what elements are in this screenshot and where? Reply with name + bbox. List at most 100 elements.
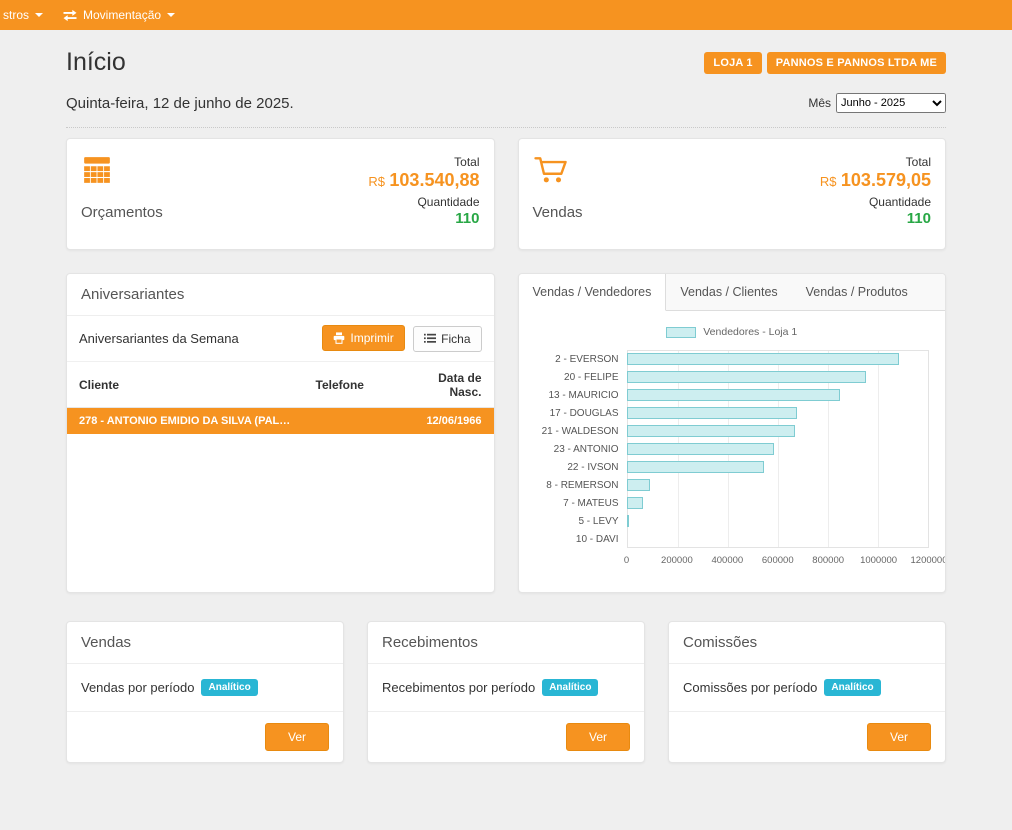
chart-bar[interactable]: [627, 407, 797, 419]
total-value: R$ 103.579,05: [820, 170, 931, 191]
report-card-recebimentos: Recebimentos Recebimentos por período An…: [367, 621, 645, 763]
chart-category-label: 20 - FELIPE: [535, 372, 627, 383]
chart-bar[interactable]: [627, 389, 840, 401]
chart-bar-track: [627, 350, 930, 368]
chart-row: 21 - WALDESON: [535, 422, 930, 440]
x-tick-label: 600000: [762, 555, 794, 566]
chart-category-label: 8 - REMERSON: [535, 480, 627, 491]
chart-row: 17 - DOUGLAS: [535, 404, 930, 422]
birthday-cell-phone[interactable]: [304, 407, 394, 434]
chart-category-label: 23 - ANTONIO: [535, 444, 627, 455]
print-button[interactable]: Imprimir: [322, 325, 404, 351]
chart-category-label: 7 - MATEUS: [535, 498, 627, 509]
printer-icon: [333, 332, 345, 344]
chart-row: 23 - ANTONIO: [535, 440, 930, 458]
cart-icon: [533, 155, 583, 190]
chart-bar[interactable]: [627, 443, 774, 455]
chevron-down-icon: [35, 13, 43, 17]
chart-bar[interactable]: [627, 425, 796, 437]
chart-bar-track: [627, 512, 930, 530]
chart-row: 20 - FELIPE: [535, 368, 930, 386]
chart-row: 22 - IVSON: [535, 458, 930, 476]
total-value: R$ 103.540,88: [368, 170, 479, 191]
total-label: Total: [906, 155, 931, 169]
chart-row: 7 - MATEUS: [535, 494, 930, 512]
tab-vendas-produtos[interactable]: Vendas / Produtos: [792, 274, 922, 310]
chart-legend: Vendedores - Loja 1: [535, 326, 930, 338]
chart-bar[interactable]: [627, 371, 866, 383]
analitico-badge: Analítico: [201, 679, 257, 696]
quantity-value: 110: [455, 210, 479, 227]
current-date: Quinta-feira, 12 de junho de 2025.: [66, 95, 294, 112]
ver-button[interactable]: Ver: [867, 723, 931, 751]
chart-bar-track: [627, 458, 930, 476]
chart-category-label: 17 - DOUGLAS: [535, 408, 627, 419]
chart-rows: 2 - EVERSON 20 - FELIPE 13 - MAURICIO 17 - …: [535, 350, 930, 548]
chart-bar[interactable]: [627, 353, 899, 365]
birthday-row[interactable]: 278 - ANTONIO EMIDIO DA SILVA (PALE... 12…: [67, 407, 494, 434]
birthday-table-body: 278 - ANTONIO EMIDIO DA SILVA (PALE... 12…: [67, 407, 494, 434]
chart-category-label: 10 - DAVI: [535, 534, 627, 545]
chart-bar-track: [627, 440, 930, 458]
tab-vendas-clientes[interactable]: Vendas / Clientes: [666, 274, 791, 310]
x-tick-label: 200000: [661, 555, 693, 566]
column-data-nasc: Data de Nasc.: [394, 362, 494, 408]
chart-bar-track: [627, 494, 930, 512]
chart-bar[interactable]: [627, 461, 764, 473]
analitico-badge: Analítico: [542, 679, 598, 696]
month-select[interactable]: Junho - 2025: [836, 93, 946, 113]
company-badge[interactable]: PANNOS E PANNOS LTDA ME: [767, 52, 946, 74]
x-tick-label: 1000000: [860, 555, 897, 566]
nav-item-cadastros[interactable]: stros: [0, 0, 53, 30]
chart-category-label: 5 - LEVY: [535, 516, 627, 527]
x-tick-label: 400000: [711, 555, 743, 566]
file-button[interactable]: Ficha: [413, 326, 481, 352]
sales-summary-card: Vendas Total R$ 103.579,05 Quantidade 11…: [518, 138, 947, 250]
nav-item-label: Movimentação: [83, 8, 161, 22]
page-title: Início: [66, 48, 126, 77]
exchange-icon: [63, 9, 77, 22]
birthdays-card: Aniversariantes Aniversariantes da Seman…: [66, 273, 495, 593]
budgets-summary-card: Orçamentos Total R$ 103.540,88 Quantidad…: [66, 138, 495, 250]
ver-button[interactable]: Ver: [566, 723, 630, 751]
sellers-chart: Vendedores - Loja 1 2 - EVERSON 20 - FELI…: [519, 311, 946, 575]
date-row: Quinta-feira, 12 de junho de 2025. Mês J…: [66, 93, 946, 128]
report-body-text: Recebimentos por período: [382, 680, 535, 695]
birthday-cell-birth[interactable]: 12/06/1966: [394, 407, 494, 434]
chart-row: 2 - EVERSON: [535, 350, 930, 368]
x-tick-label: 1200000: [911, 555, 946, 566]
ver-button[interactable]: Ver: [265, 723, 329, 751]
chart-category-label: 22 - IVSON: [535, 462, 627, 473]
budgets-title: Orçamentos: [81, 204, 163, 221]
birthdays-subtitle: Aniversariantes da Semana: [79, 331, 239, 346]
sales-panel: Vendas / Vendedores Vendas / Clientes Ve…: [518, 273, 947, 593]
chart-category-label: 2 - EVERSON: [535, 354, 627, 365]
report-card-vendas: Vendas Vendas por período Analítico Ver: [66, 621, 344, 763]
x-tick-label: 800000: [812, 555, 844, 566]
x-tick-label: 0: [624, 555, 629, 566]
chevron-down-icon: [167, 13, 175, 17]
sales-title: Vendas: [533, 204, 583, 221]
chart-bar-track: [627, 476, 930, 494]
report-body-text: Vendas por período: [81, 680, 194, 695]
chart-bar-track: [627, 368, 930, 386]
birthday-cell-client[interactable]: 278 - ANTONIO EMIDIO DA SILVA (PALE...: [67, 407, 304, 434]
tab-vendas-vendedores[interactable]: Vendas / Vendedores: [519, 274, 667, 311]
nav-item-label: stros: [3, 8, 29, 22]
quantity-label: Quantidade: [869, 195, 931, 209]
chart-bar[interactable]: [627, 497, 643, 509]
chart-bar-track: [627, 386, 930, 404]
store-badge[interactable]: LOJA 1: [704, 52, 761, 74]
month-label: Mês: [808, 96, 831, 110]
report-title: Comissões: [669, 622, 945, 664]
chart-bar[interactable]: [627, 479, 651, 491]
chart-category-label: 13 - MAURICIO: [535, 390, 627, 401]
chart-bar-track: [627, 404, 930, 422]
navbar: stros Movimentação: [0, 0, 1012, 30]
chart-bar[interactable]: [627, 515, 630, 527]
legend-swatch-icon: [666, 327, 696, 338]
analitico-badge: Analítico: [824, 679, 880, 696]
chart-row: 5 - LEVY: [535, 512, 930, 530]
nav-item-movimentacao[interactable]: Movimentação: [53, 0, 185, 30]
chart-category-label: 21 - WALDESON: [535, 426, 627, 437]
